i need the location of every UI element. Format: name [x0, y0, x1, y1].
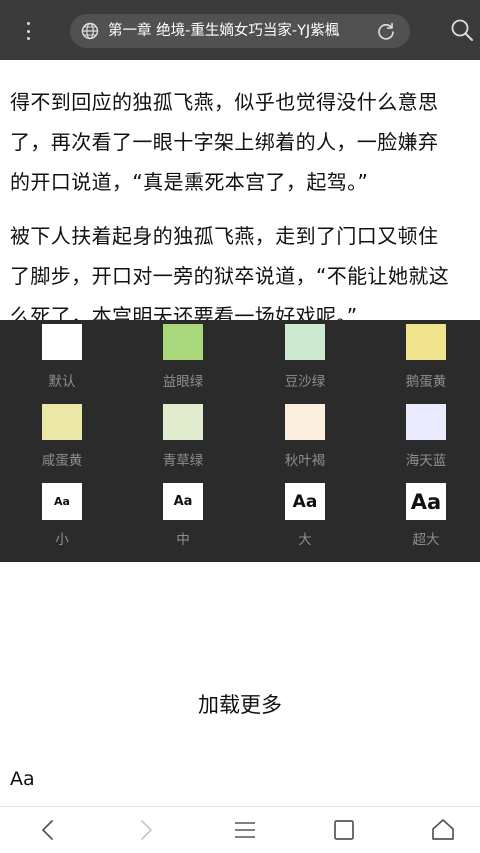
text-line: 的开口说道，“真是熏死本宫了，起驾。”: [10, 170, 369, 194]
theme-option-eye-green[interactable]: 益眼绿: [121, 320, 241, 400]
reader-settings-panel: 默认 益眼绿 豆沙绿 鹅蛋黄 咸蛋黄 青草绿 秋叶褐 海天蓝 Aa 小 Aa 中…: [0, 320, 480, 562]
font-size-label: 小: [55, 532, 69, 548]
home-icon[interactable]: [430, 817, 456, 843]
reader-content: 得不到回应的独孤飞燕，似乎也觉得没什么意思 了，再次看了一眼十字架上绑着的人，一…: [0, 60, 480, 320]
font-sample: Aa: [42, 483, 82, 520]
browser-toolbar: 第一章 绝境-重生嫡女巧当家-YJ紫楓: [0, 0, 480, 60]
font-size-small[interactable]: Aa 小: [0, 480, 120, 560]
theme-option-default[interactable]: 默认: [0, 320, 120, 400]
theme-label: 海天蓝: [405, 453, 447, 469]
theme-label: 鹅蛋黄: [405, 374, 447, 390]
theme-label: 益眼绿: [162, 374, 204, 390]
theme-label: 秋叶褐: [284, 453, 326, 469]
font-size-large[interactable]: Aa 大: [243, 480, 363, 560]
font-size-label: 超大: [412, 532, 440, 548]
hamburger-icon[interactable]: [232, 817, 258, 843]
text-line: 得不到回应的独孤飞燕，似乎也觉得没什么意思: [10, 90, 439, 114]
theme-option-grass-green[interactable]: 青草绿: [121, 400, 241, 480]
reload-icon[interactable]: [376, 21, 396, 41]
chevron-right-icon[interactable]: [133, 817, 159, 843]
theme-option-egg-yellow[interactable]: 鹅蛋黄: [364, 320, 480, 400]
color-swatch: [406, 404, 446, 440]
color-swatch: [406, 324, 446, 360]
font-sample: Aa: [406, 483, 446, 520]
paragraph: 被下人扶着起身的独孤飞燕，走到了门口又顿住 了脚步，开口对一旁的狱卒说道，“不能…: [10, 216, 480, 320]
tabs-square-icon[interactable]: [331, 817, 357, 843]
theme-label: 豆沙绿: [284, 374, 326, 390]
chevron-left-icon[interactable]: [35, 817, 61, 843]
text-line: 了，再次看了一眼十字架上绑着的人，一脸嫌弃: [10, 130, 439, 154]
more-vertical-icon[interactable]: [16, 18, 40, 44]
font-settings-toggle[interactable]: Aa: [10, 768, 35, 790]
bottom-navigation: [0, 807, 480, 853]
theme-option-autumn-brown[interactable]: 秋叶褐: [243, 400, 363, 480]
font-sample: Aa: [163, 483, 203, 520]
color-swatch: [163, 324, 203, 360]
theme-label: 默认: [48, 374, 76, 390]
color-swatch: [285, 324, 325, 360]
theme-option-salted-yolk[interactable]: 咸蛋黄: [0, 400, 120, 480]
paragraph: 得不到回应的独孤飞燕，似乎也觉得没什么意思 了，再次看了一眼十字架上绑着的人，一…: [10, 82, 480, 202]
color-swatch: [163, 404, 203, 440]
theme-option-bean-green[interactable]: 豆沙绿: [243, 320, 363, 400]
load-more-button[interactable]: 加载更多: [0, 689, 480, 719]
color-swatch: [42, 324, 82, 360]
font-size-label: 大: [298, 532, 312, 548]
globe-icon: [81, 22, 99, 40]
address-bar[interactable]: 第一章 绝境-重生嫡女巧当家-YJ紫楓: [70, 14, 410, 48]
font-size-medium[interactable]: Aa 中: [121, 480, 241, 560]
text-line: 了脚步，开口对一旁的狱卒说道，“不能让她就这: [10, 264, 450, 288]
text-line: 被下人扶着起身的独孤飞燕，走到了门口又顿住: [10, 224, 439, 248]
font-size-label: 中: [176, 532, 190, 548]
search-icon[interactable]: [450, 18, 474, 42]
font-sample: Aa: [285, 483, 325, 520]
text-line: 么死了，本宫明天还要看一场好戏呢。”: [10, 304, 358, 320]
font-size-extra-large[interactable]: Aa 超大: [364, 480, 480, 560]
theme-label: 咸蛋黄: [41, 453, 83, 469]
url-title[interactable]: 第一章 绝境-重生嫡女巧当家-YJ紫楓: [108, 14, 370, 48]
theme-label: 青草绿: [162, 453, 204, 469]
color-swatch: [42, 404, 82, 440]
color-swatch: [285, 404, 325, 440]
theme-option-sea-blue[interactable]: 海天蓝: [364, 400, 480, 480]
